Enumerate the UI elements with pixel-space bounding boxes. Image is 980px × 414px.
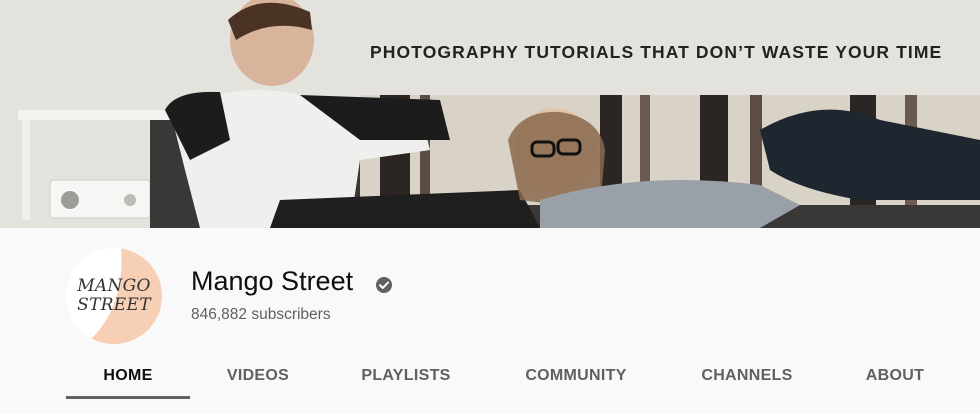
avatar-logo-text: MANGO STREET [66, 248, 162, 344]
channel-tabs: HOME VIDEOS PLAYLISTS COMMUNITY CHANNELS… [0, 352, 980, 400]
avatar-logo-line1: MANGO [77, 276, 151, 296]
active-tab-indicator [66, 396, 190, 399]
tab-community[interactable]: COMMUNITY [506, 352, 646, 400]
verified-check-icon [376, 277, 392, 293]
tab-playlists[interactable]: PLAYLISTS [340, 352, 472, 400]
tab-home[interactable]: HOME [66, 352, 190, 400]
banner-photo [0, 0, 980, 228]
tab-videos[interactable]: VIDEOS [200, 352, 316, 400]
avatar-logo-line2: STREET [77, 295, 151, 315]
channel-avatar[interactable]: MANGO STREET [66, 248, 162, 344]
channel-banner: PHOTOGRAPHY TUTORIALS THAT DON’T WASTE Y… [0, 0, 980, 228]
tab-about[interactable]: ABOUT [846, 352, 944, 400]
banner-tagline: PHOTOGRAPHY TUTORIALS THAT DON’T WASTE Y… [370, 42, 943, 62]
subscriber-count: 846,882 subscribers [191, 306, 331, 323]
tab-channels[interactable]: CHANNELS [682, 352, 812, 400]
channel-name: Mango Street [191, 266, 354, 296]
